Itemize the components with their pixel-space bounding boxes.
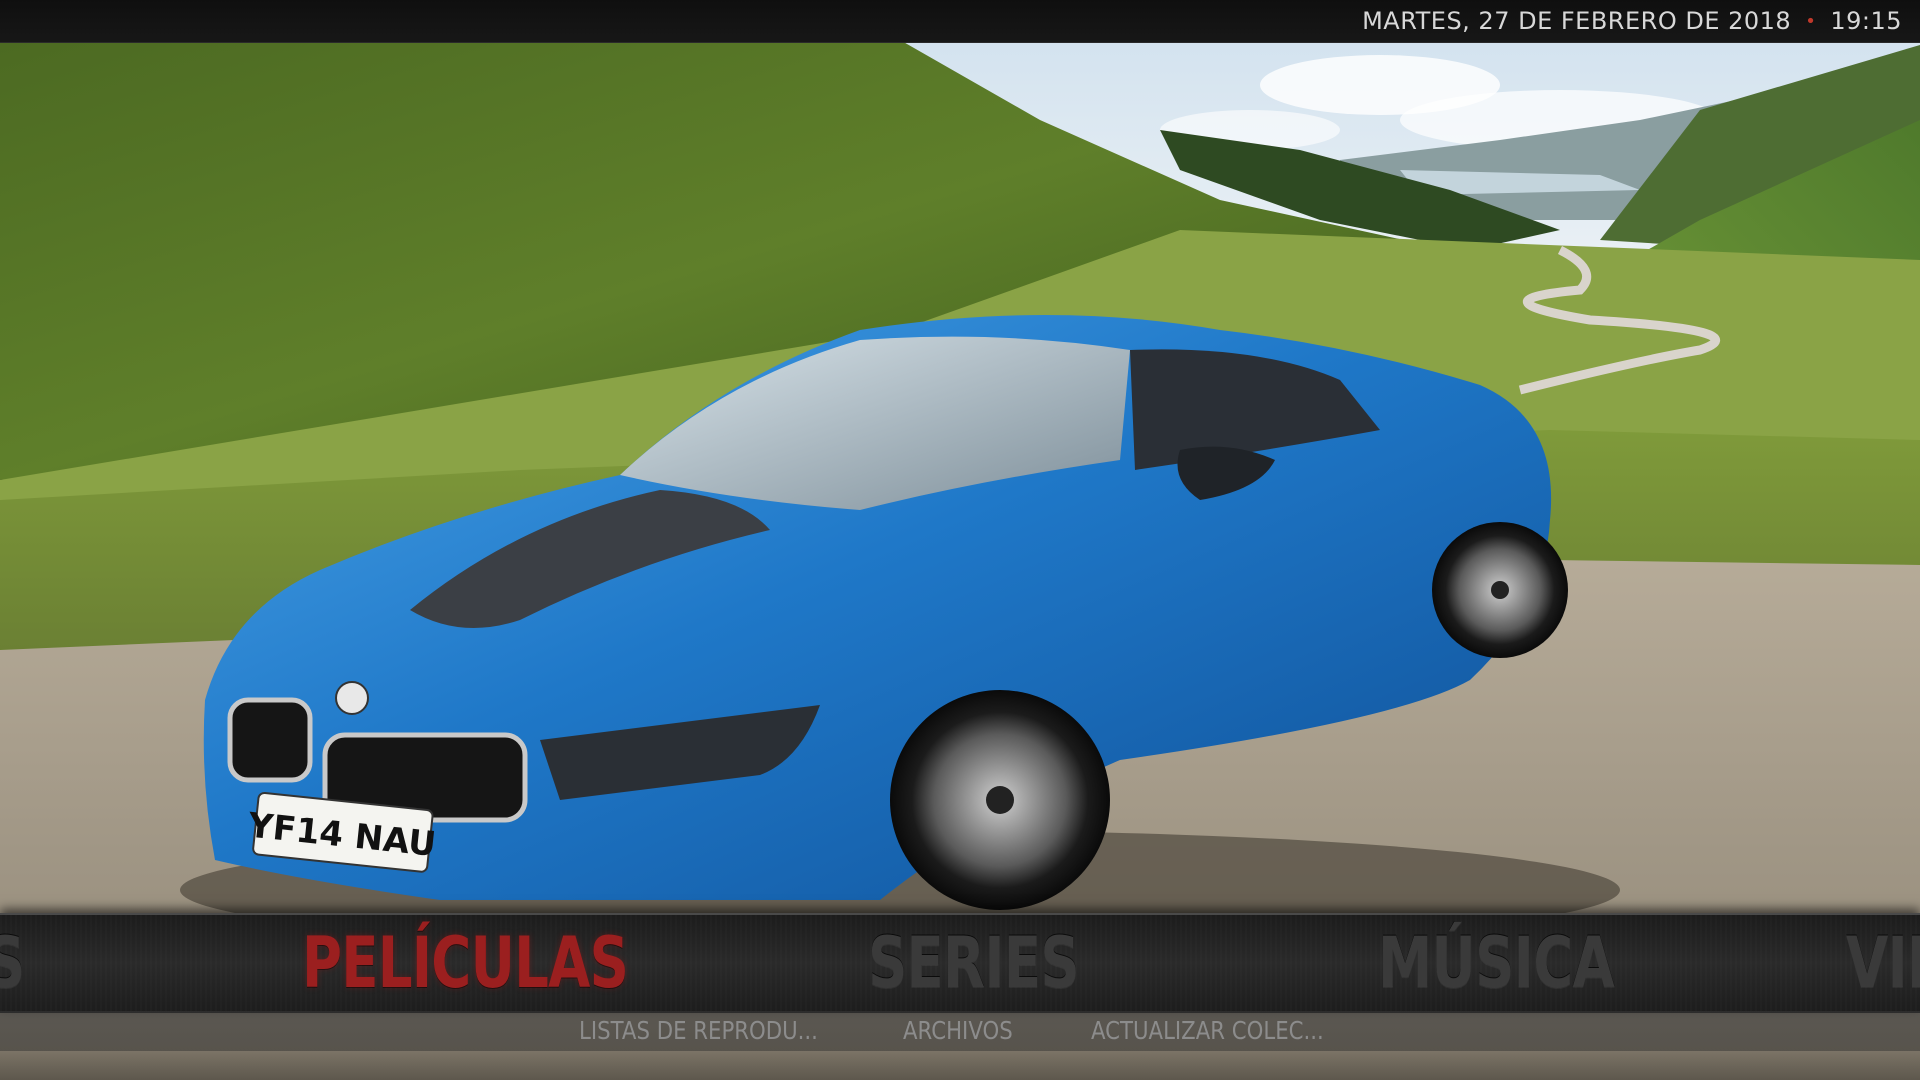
separator-dot: • — [1805, 10, 1817, 32]
menu-item-series[interactable]: SERIES — [868, 915, 1080, 1011]
sub-menu: LISTAS DE REPRODU... ARCHIVOS ACTUALIZAR… — [0, 1011, 1920, 1051]
submenu-item-playlists[interactable]: LISTAS DE REPRODU... — [579, 1011, 818, 1051]
date-time-display: MARTES, 27 DE FEBRERO DE 2018 • 19:15 — [1362, 0, 1902, 42]
submenu-item-files[interactable]: ARCHIVOS — [903, 1011, 1013, 1051]
menu-item-previous[interactable]: S — [0, 915, 25, 1011]
time-label: 19:15 — [1830, 7, 1902, 35]
date-label: MARTES, 27 DE FEBRERO DE 2018 — [1362, 7, 1792, 35]
bottom-strip — [0, 1051, 1920, 1080]
top-bar: MARTES, 27 DE FEBRERO DE 2018 • 19:15 — [0, 0, 1920, 43]
menu-item-musica[interactable]: MÚSICA — [1378, 915, 1615, 1011]
submenu-item-update-library[interactable]: ACTUALIZAR COLEC... — [1091, 1011, 1324, 1051]
menu-item-videos[interactable]: VID — [1846, 915, 1920, 1011]
main-menu: S PELÍCULAS SERIES MÚSICA VID — [0, 913, 1920, 1013]
menu-item-peliculas[interactable]: PELÍCULAS — [302, 915, 629, 1011]
